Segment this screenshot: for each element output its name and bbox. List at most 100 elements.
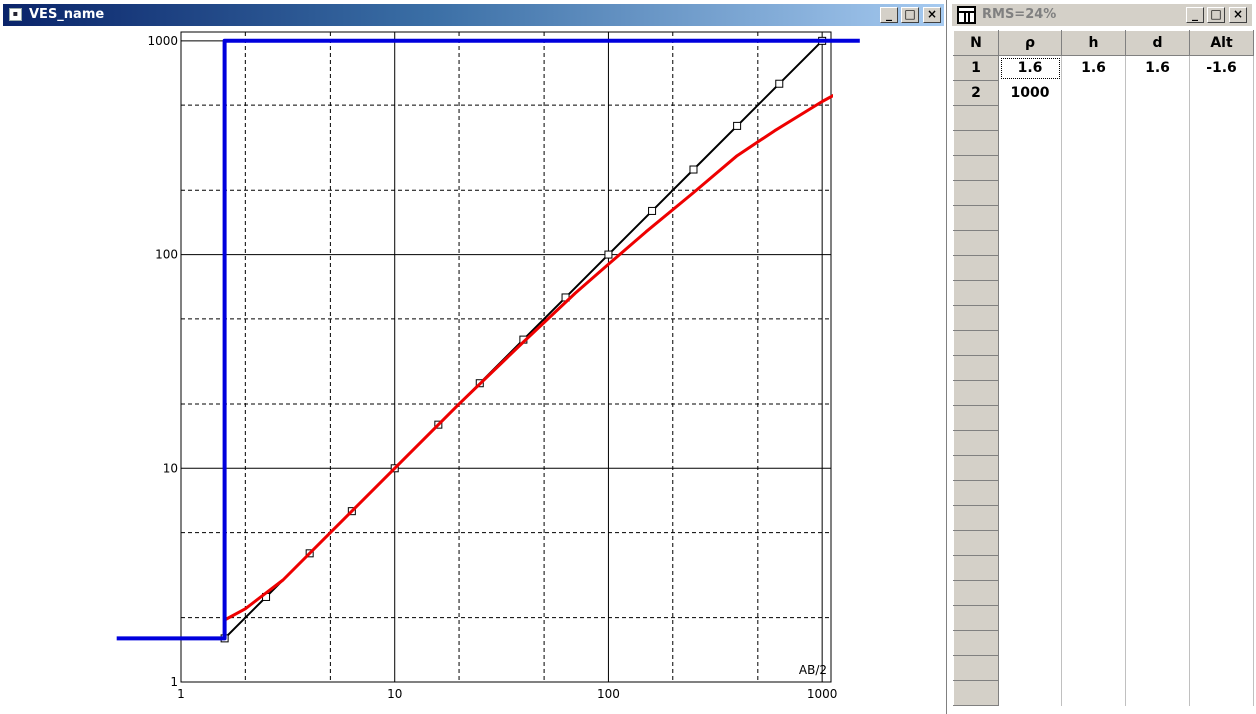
table-cell[interactable]: [998, 180, 1062, 206]
table-cell[interactable]: [1125, 330, 1190, 356]
column-header-0[interactable]: N: [953, 30, 999, 56]
table-cell[interactable]: [1189, 105, 1254, 131]
row-header[interactable]: [953, 555, 999, 581]
table-cell[interactable]: [1189, 530, 1254, 556]
table-cell[interactable]: [1061, 605, 1126, 631]
table-cell[interactable]: [998, 405, 1062, 431]
table-cell[interactable]: 1.6: [1061, 55, 1126, 81]
table-cell[interactable]: [1189, 155, 1254, 181]
table-cell[interactable]: [1061, 205, 1126, 231]
table-cell[interactable]: [998, 105, 1062, 131]
table-cell[interactable]: [998, 505, 1062, 531]
row-header[interactable]: [953, 105, 999, 131]
table-cell[interactable]: [1061, 355, 1126, 381]
row-header[interactable]: [953, 580, 999, 606]
table-cell[interactable]: [1189, 405, 1254, 431]
table-cell[interactable]: [998, 330, 1062, 356]
table-cell[interactable]: [1061, 330, 1126, 356]
table-cell[interactable]: [1125, 480, 1190, 506]
table-cell[interactable]: [998, 155, 1062, 181]
row-header[interactable]: [953, 430, 999, 456]
observed-point[interactable]: [775, 79, 784, 88]
row-header[interactable]: [953, 405, 999, 431]
table-cell[interactable]: [1061, 405, 1126, 431]
table-cell[interactable]: [1125, 580, 1190, 606]
table-cell[interactable]: [998, 280, 1062, 306]
table-cell[interactable]: [1061, 655, 1126, 681]
minimize-button[interactable]: _: [880, 7, 898, 23]
table-cell[interactable]: [1061, 155, 1126, 181]
row-header[interactable]: [953, 255, 999, 281]
row-header[interactable]: [953, 530, 999, 556]
table-cell[interactable]: [998, 480, 1062, 506]
table-cell[interactable]: [998, 255, 1062, 281]
column-header-4[interactable]: Alt: [1189, 30, 1254, 56]
table-cell[interactable]: [1189, 380, 1254, 406]
row-header[interactable]: 1: [953, 55, 999, 81]
table-cell[interactable]: [1189, 580, 1254, 606]
table-cell[interactable]: [998, 605, 1062, 631]
row-header[interactable]: [953, 680, 999, 706]
row-header[interactable]: [953, 455, 999, 481]
table-cell[interactable]: [1125, 305, 1190, 331]
table-cell[interactable]: [1125, 655, 1190, 681]
table-cell[interactable]: [1189, 355, 1254, 381]
table-cell[interactable]: [998, 205, 1062, 231]
table-cell[interactable]: [1125, 255, 1190, 281]
table-cell[interactable]: [1061, 505, 1126, 531]
resistivity-chart[interactable]: 1 10 100 1000 1 10 100 1000 AB/2: [0, 26, 946, 714]
observed-point[interactable]: [604, 250, 613, 259]
row-header[interactable]: [953, 605, 999, 631]
table-cell[interactable]: [1125, 555, 1190, 581]
maximize-button[interactable]: □: [1207, 7, 1225, 23]
column-header-2[interactable]: h: [1061, 30, 1126, 56]
table-cell[interactable]: [1125, 180, 1190, 206]
table-cell[interactable]: [1061, 130, 1126, 156]
ves-window-titlebar[interactable]: ▪ VES_name _ □ ×: [3, 4, 944, 26]
table-cell[interactable]: [1061, 180, 1126, 206]
column-header-3[interactable]: d: [1125, 30, 1190, 56]
table-cell[interactable]: [1189, 280, 1254, 306]
table-cell[interactable]: [1061, 480, 1126, 506]
table-cell[interactable]: [1189, 455, 1254, 481]
table-cell[interactable]: [1189, 555, 1254, 581]
row-header[interactable]: [953, 280, 999, 306]
row-header[interactable]: 2: [953, 80, 999, 106]
table-cell[interactable]: [1125, 130, 1190, 156]
row-header[interactable]: [953, 205, 999, 231]
close-button[interactable]: ×: [1229, 7, 1247, 23]
table-cell[interactable]: [1061, 280, 1126, 306]
table-cell[interactable]: [1125, 355, 1190, 381]
table-cell[interactable]: [998, 655, 1062, 681]
row-header[interactable]: [953, 305, 999, 331]
table-cell[interactable]: [1189, 255, 1254, 281]
table-cell[interactable]: [1061, 680, 1126, 706]
table-cell[interactable]: [998, 380, 1062, 406]
table-cell[interactable]: [1189, 230, 1254, 256]
table-cell[interactable]: [1125, 680, 1190, 706]
table-cell[interactable]: [1061, 380, 1126, 406]
table-cell[interactable]: [998, 130, 1062, 156]
table-cell[interactable]: [1061, 630, 1126, 656]
table-cell[interactable]: [1125, 380, 1190, 406]
table-cell[interactable]: [1125, 230, 1190, 256]
table-cell[interactable]: [1125, 430, 1190, 456]
table-cell[interactable]: [1061, 455, 1126, 481]
row-header[interactable]: [953, 355, 999, 381]
table-cell[interactable]: [1125, 630, 1190, 656]
table-cell[interactable]: [1189, 680, 1254, 706]
row-header[interactable]: [953, 630, 999, 656]
table-cell[interactable]: [1061, 305, 1126, 331]
table-cell[interactable]: [1189, 130, 1254, 156]
ves-app-icon[interactable]: ▪: [9, 8, 22, 21]
row-header[interactable]: [953, 330, 999, 356]
table-cell[interactable]: [998, 430, 1062, 456]
minimize-button[interactable]: _: [1186, 7, 1204, 23]
table-cell[interactable]: [1125, 530, 1190, 556]
table-cell[interactable]: -1.6: [1189, 55, 1254, 81]
table-cell[interactable]: [1061, 430, 1126, 456]
row-header[interactable]: [953, 505, 999, 531]
table-cell[interactable]: [998, 530, 1062, 556]
maximize-button[interactable]: □: [901, 7, 919, 23]
table-cell[interactable]: [1189, 430, 1254, 456]
